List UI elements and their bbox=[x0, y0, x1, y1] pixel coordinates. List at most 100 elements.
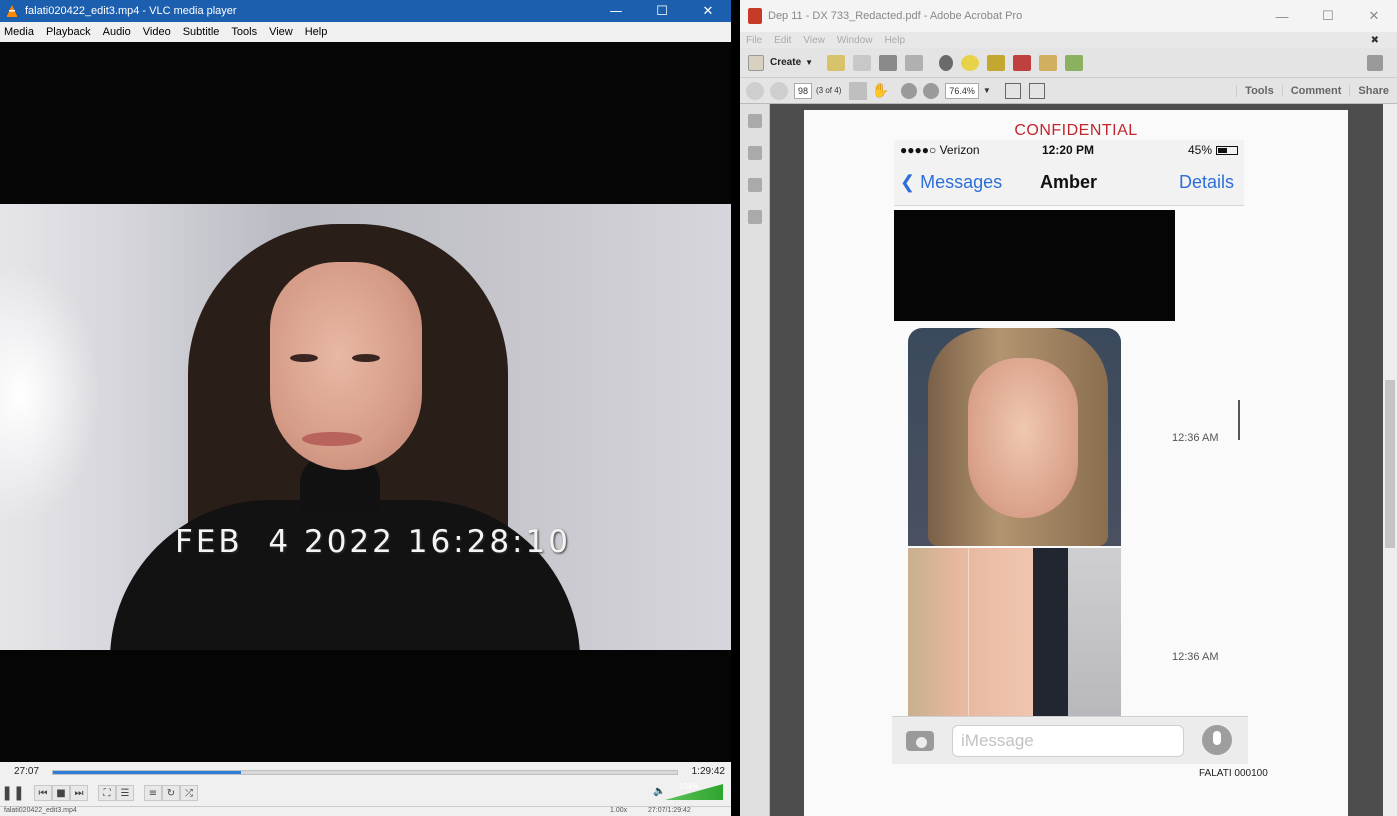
seek-progress bbox=[53, 771, 242, 774]
previous-page-icon[interactable] bbox=[746, 81, 764, 100]
control-buttons: ❚❚ ⏮ ■ ⏭ ⛶ ☰ ≡ ↻ ⤮ bbox=[0, 782, 731, 804]
messages-nav-bar: ❮ Messages Amber Details bbox=[894, 160, 1244, 206]
sign-icon[interactable] bbox=[1013, 54, 1032, 71]
attachments-icon[interactable] bbox=[748, 178, 762, 192]
zoom-in-icon[interactable] bbox=[923, 82, 940, 99]
zoom-out-icon[interactable] bbox=[901, 82, 918, 99]
pause-button[interactable]: ❚❚ bbox=[1, 785, 24, 801]
bates-number: FALATI 000100 bbox=[1199, 768, 1268, 779]
next-button[interactable]: ⏭ bbox=[70, 785, 88, 801]
left-eye bbox=[290, 354, 318, 362]
menu-file[interactable]: File bbox=[746, 35, 762, 46]
battery-icon bbox=[1216, 145, 1238, 155]
vlc-titlebar: falati020422_edit3.mp4 - VLC media playe… bbox=[0, 0, 731, 22]
microphone-icon bbox=[1202, 725, 1232, 755]
acrobat-menubar: File Edit View Window Help ✖ bbox=[740, 32, 1397, 48]
maximize-button[interactable]: ☐ bbox=[639, 0, 685, 22]
battery-percent: 45% bbox=[1187, 143, 1212, 157]
fit-width-icon[interactable] bbox=[1004, 82, 1021, 99]
mouth bbox=[302, 432, 362, 446]
menu-help-acrobat[interactable]: Help bbox=[884, 35, 905, 46]
tools-link[interactable]: Tools bbox=[1236, 85, 1282, 97]
acrobat-close-button[interactable]: ✕ bbox=[1351, 5, 1397, 27]
photo2-wall bbox=[1068, 548, 1121, 718]
print-icon[interactable] bbox=[879, 54, 898, 71]
document-scrollbar[interactable] bbox=[1383, 104, 1397, 816]
fit-page-icon[interactable] bbox=[1028, 82, 1045, 99]
acrobat-minimize-button[interactable]: — bbox=[1259, 5, 1305, 27]
hand-tool-icon[interactable]: ✋ bbox=[871, 82, 889, 100]
acrobat-maximize-button[interactable]: ☐ bbox=[1305, 5, 1351, 27]
scrollbar-thumb[interactable] bbox=[1385, 380, 1395, 548]
photo2-timestamp: 12:36 AM bbox=[1172, 651, 1219, 663]
menu-audio[interactable]: Audio bbox=[103, 26, 131, 38]
vlc-controls: 27:07 1:29:42 ❚❚ ⏮ ■ ⏭ ⛶ ☰ ≡ ↻ ⤮ 🔈 104% … bbox=[0, 762, 731, 816]
export-icon[interactable] bbox=[1039, 54, 1058, 71]
right-eye bbox=[352, 354, 380, 362]
page-of-label: (3 of 4) bbox=[816, 86, 842, 95]
share-link[interactable]: Share bbox=[1349, 85, 1397, 97]
zoom-dropdown-icon[interactable]: ▼ bbox=[983, 86, 991, 95]
menu-help[interactable]: Help bbox=[305, 26, 328, 38]
menu-video[interactable]: Video bbox=[143, 26, 171, 38]
acrobat-main-toolbar: Create ▼ bbox=[740, 48, 1397, 78]
vlc-cone-icon bbox=[5, 4, 19, 18]
loop-button[interactable]: ↻ bbox=[162, 785, 180, 801]
menu-media[interactable]: Media bbox=[4, 26, 34, 38]
video-frame: FEB 4 2022 16:28:10 bbox=[0, 204, 731, 650]
navigation-pane bbox=[740, 104, 770, 816]
comment-bubble-icon[interactable] bbox=[961, 54, 980, 71]
acrobat-page-toolbar: 98 (3 of 4) ✋ 76.4% ▼ Tools Comment Shar… bbox=[740, 78, 1397, 104]
open-folder-icon[interactable] bbox=[827, 54, 846, 71]
email-icon[interactable] bbox=[905, 54, 924, 71]
playlist-button[interactable]: ≡ bbox=[144, 785, 162, 801]
zoom-input[interactable]: 76.4% bbox=[945, 82, 979, 99]
vlc-menubar: Media Playback Audio Video Subtitle Tool… bbox=[0, 22, 731, 42]
menu-subtitle[interactable]: Subtitle bbox=[183, 26, 220, 38]
shuffle-button[interactable]: ⤮ bbox=[180, 785, 198, 801]
seek-bar[interactable] bbox=[52, 770, 678, 775]
document-viewport[interactable]: CONFIDENTIAL ●●●●○ Verizon 12:20 PM 45% … bbox=[770, 104, 1383, 816]
photo1-timestamp: 12:36 AM bbox=[1172, 432, 1219, 444]
fullscreen-button[interactable]: ⛶ bbox=[98, 785, 116, 801]
create-button[interactable]: Create ▼ bbox=[748, 54, 814, 71]
save-icon[interactable] bbox=[853, 54, 872, 71]
menu-window[interactable]: Window bbox=[837, 35, 873, 46]
select-tool-icon[interactable] bbox=[849, 81, 868, 100]
expand-icon[interactable] bbox=[1367, 54, 1383, 71]
chevron-down-icon: ▼ bbox=[805, 58, 814, 67]
previous-button[interactable]: ⏮ bbox=[34, 785, 52, 801]
form-icon[interactable] bbox=[1065, 54, 1084, 71]
bookmarks-icon[interactable] bbox=[748, 146, 762, 160]
page-number-input[interactable]: 98 bbox=[794, 82, 813, 99]
next-page-icon[interactable] bbox=[770, 81, 788, 100]
volume-slider[interactable]: 🔈 104% bbox=[653, 782, 723, 800]
photo2-seam bbox=[968, 548, 969, 718]
stop-button[interactable]: ■ bbox=[52, 785, 70, 801]
extended-settings-button[interactable]: ☰ bbox=[116, 785, 134, 801]
close-document-icon[interactable]: ✖ bbox=[1371, 35, 1379, 46]
confidential-label: CONFIDENTIAL bbox=[1014, 122, 1138, 139]
phone-time: 12:20 PM bbox=[1042, 143, 1095, 157]
close-button[interactable]: ✕ bbox=[685, 0, 731, 22]
video-area[interactable]: FEB 4 2022 16:28:10 bbox=[0, 42, 731, 762]
camera-icon bbox=[906, 731, 934, 751]
page-thumbnails-icon[interactable] bbox=[748, 114, 762, 128]
screen: falati020422_edit3.mp4 - VLC media playe… bbox=[0, 0, 1397, 816]
redaction-box bbox=[894, 210, 1175, 321]
comment-link[interactable]: Comment bbox=[1281, 85, 1350, 97]
settings-gear-icon[interactable] bbox=[939, 54, 954, 71]
status-time: 27:07/1:29:42 bbox=[648, 807, 691, 814]
menu-tools[interactable]: Tools bbox=[231, 26, 257, 38]
menu-edit[interactable]: Edit bbox=[774, 35, 791, 46]
message-photo-1 bbox=[908, 328, 1121, 546]
signatures-icon[interactable] bbox=[748, 210, 762, 224]
speaker-icon[interactable]: 🔈 bbox=[653, 786, 665, 797]
menu-view[interactable]: View bbox=[269, 26, 293, 38]
menu-playback[interactable]: Playback bbox=[46, 26, 91, 38]
photo1-face bbox=[968, 358, 1078, 518]
menu-view-acrobat[interactable]: View bbox=[803, 35, 825, 46]
minimize-button[interactable]: — bbox=[593, 0, 639, 22]
stamp-icon[interactable] bbox=[987, 54, 1006, 71]
phone-status-bar: ●●●●○ Verizon 12:20 PM 45% bbox=[894, 140, 1244, 160]
